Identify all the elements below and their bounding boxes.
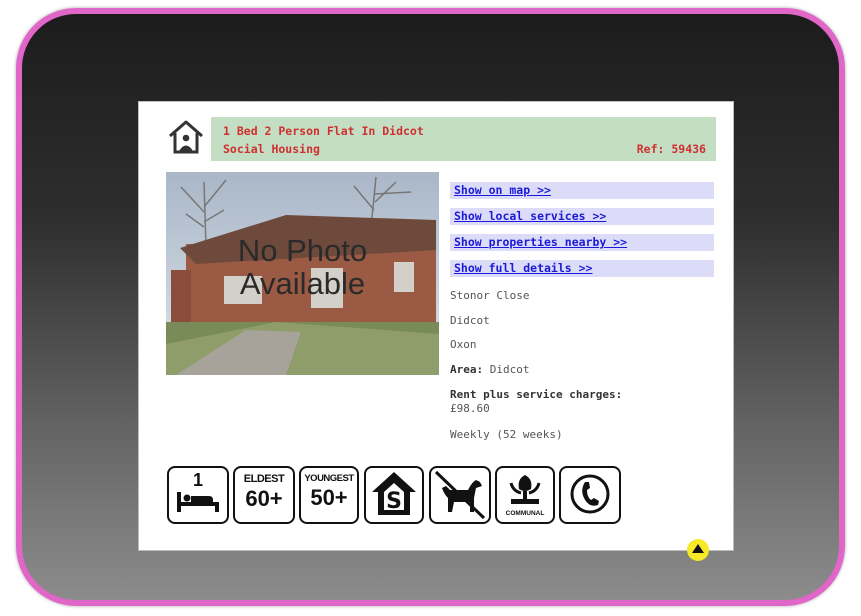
youngest-age-icon: YOUNGEST 50+ [299, 466, 359, 524]
action-links: Show on map >> Show local services >> Sh… [450, 182, 714, 286]
listing-tenure: Social Housing [223, 142, 320, 156]
address-line-1: Stonor Close [450, 289, 530, 302]
address-line-2: Didcot [450, 314, 490, 327]
rent-period: Weekly (52 weeks) [450, 428, 563, 441]
property-photo: No Photo Available [166, 172, 439, 375]
eldest-age-icon: ELDEST 60+ [233, 466, 295, 524]
show-properties-nearby-link[interactable]: Show properties nearby >> [450, 234, 714, 251]
communal-label: COMMUNAL [505, 510, 545, 517]
home-icon [169, 120, 203, 154]
sheltered-housing-icon: S [364, 466, 424, 524]
rent-label: Rent plus service charges: [450, 388, 623, 401]
arrow-up-icon [692, 544, 704, 553]
communal-garden-icon: COMMUNAL [495, 466, 555, 524]
area-label: Area: [450, 363, 484, 376]
scroll-up-button[interactable] [687, 539, 709, 561]
rent-amount: £98.60 [450, 402, 490, 415]
address-line-3: Oxon [450, 338, 477, 351]
telephone-icon [559, 466, 621, 524]
bed-icon: 1 [167, 466, 229, 524]
no-photo-label: No Photo Available [237, 233, 368, 301]
show-full-details-link[interactable]: Show full details >> [450, 260, 714, 277]
no-pets-icon [429, 466, 491, 524]
svg-text:S: S [386, 489, 402, 514]
listing-header: 1 Bed 2 Person Flat In Didcot Social Hou… [211, 117, 716, 161]
listing-title: 1 Bed 2 Person Flat In Didcot [223, 124, 424, 138]
listing-ref: Ref: 59436 [636, 142, 706, 156]
area-field: Area: Didcot [450, 363, 529, 376]
show-on-map-link[interactable]: Show on map >> [450, 182, 714, 199]
property-card: 1 Bed 2 Person Flat In Didcot Social Hou… [138, 101, 734, 551]
area-value: Didcot [483, 363, 530, 376]
show-local-services-link[interactable]: Show local services >> [450, 208, 714, 225]
